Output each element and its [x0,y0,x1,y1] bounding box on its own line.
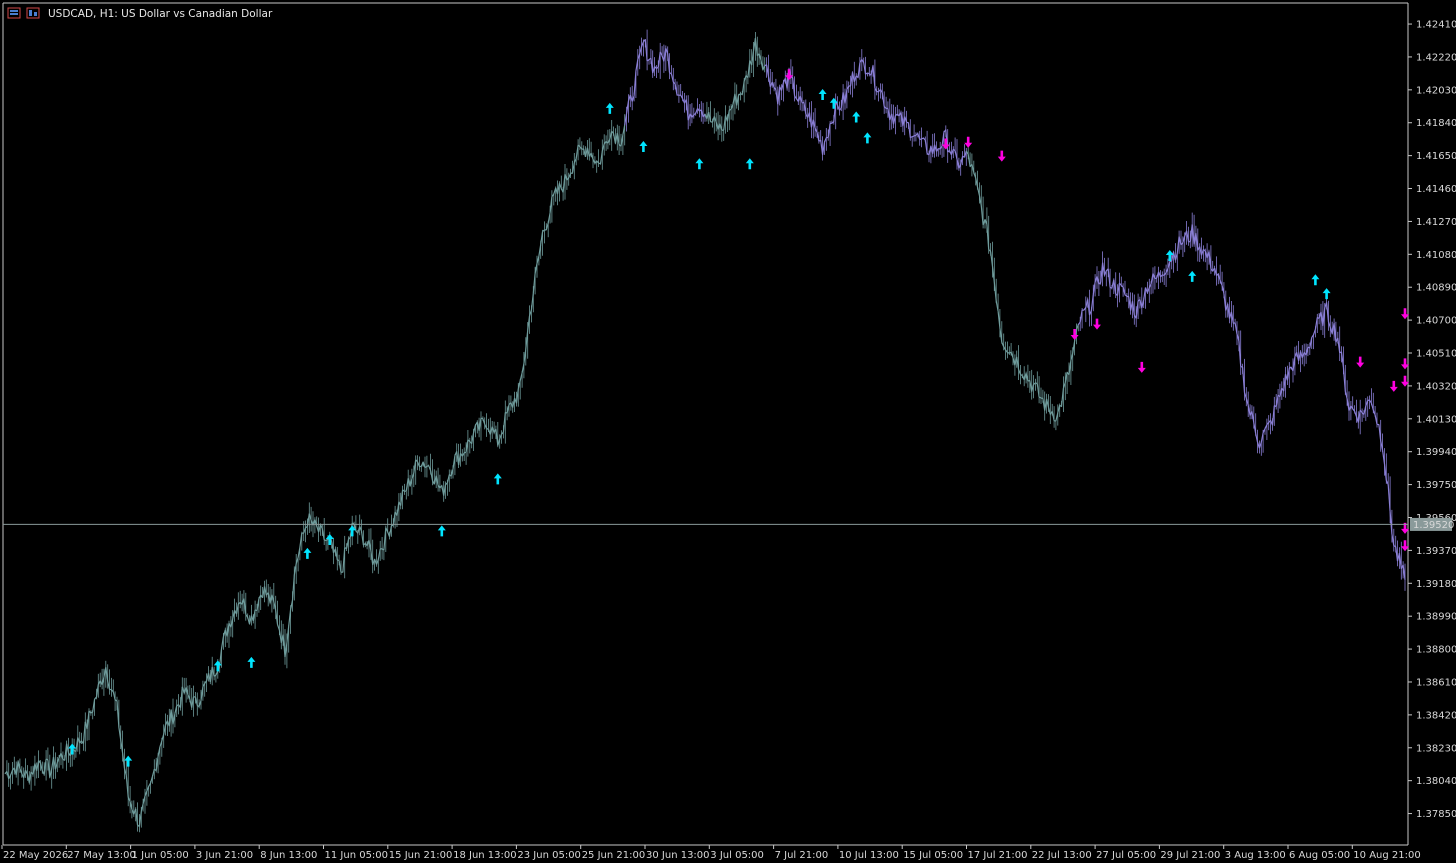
time-tick-label: 22 Jul 13:00 [1032,850,1092,861]
price-tick-label: 1.40130 [1416,414,1456,425]
time-tick-label: 10 Jul 13:00 [839,850,899,861]
price-tick-label: 1.38990 [1416,612,1456,623]
time-tick-label: 29 Jul 21:00 [1160,850,1220,861]
time-tick-label: 8 Jun 13:00 [260,850,317,861]
price-tick-label: 1.42030 [1416,85,1456,96]
time-tick-label: 7 Jul 21:00 [775,850,829,861]
current-price-value: 1.39520 [1413,520,1454,531]
current-price-label: 1.39520 [1410,517,1454,531]
time-tick-label: 15 Jul 05:00 [903,850,963,861]
price-chart[interactable]: USDCAD, H1: US Dollar vs Canadian Dollar… [0,0,1456,863]
chart-window[interactable]: USDCAD, H1: US Dollar vs Canadian Dollar… [0,0,1456,863]
price-tick-label: 1.40890 [1416,283,1456,294]
time-tick-label: 10 Aug 21:00 [1353,850,1420,861]
time-tick-label: 3 Jun 21:00 [196,850,253,861]
chart-title: USDCAD, H1: US Dollar vs Canadian Dollar [48,8,273,20]
price-tick-label: 1.42410 [1416,20,1456,31]
price-tick-label: 1.40510 [1416,349,1456,360]
price-tick-label: 1.41840 [1416,118,1456,129]
time-tick-label: 25 Jun 21:00 [582,850,646,861]
price-tick-label: 1.42220 [1416,52,1456,63]
price-tick-label: 1.38230 [1416,743,1456,754]
time-tick-label: 23 Jun 05:00 [517,850,581,861]
price-tick-label: 1.41650 [1416,151,1456,162]
price-tick-label: 1.38800 [1416,645,1456,656]
chart-background [0,0,1456,863]
price-tick-label: 1.41460 [1416,184,1456,195]
time-tick-label: 27 Jul 05:00 [1096,850,1156,861]
price-tick-label: 1.39750 [1416,480,1456,491]
price-tick-label: 1.38420 [1416,710,1456,721]
time-tick-label: 1 Jun 05:00 [132,850,189,861]
time-tick-label: 18 Jun 13:00 [453,850,517,861]
price-tick-label: 1.38040 [1416,776,1456,787]
time-tick-label: 15 Jun 21:00 [389,850,453,861]
price-tick-label: 1.40320 [1416,381,1456,392]
price-tick-label: 1.38610 [1416,677,1456,688]
price-tick-label: 1.40700 [1416,316,1456,327]
time-tick-label: 17 Jul 21:00 [968,850,1028,861]
price-tick-label: 1.39370 [1416,546,1456,557]
time-tick-label: 27 May 13:00 [67,850,136,861]
time-tick-label: 11 Jun 05:00 [325,850,389,861]
price-tick-label: 1.39940 [1416,447,1456,458]
time-tick-label: 22 May 2026 [3,850,68,861]
time-tick-label: 6 Aug 05:00 [1289,850,1350,861]
price-tick-label: 1.41080 [1416,250,1456,261]
price-tick-label: 1.37850 [1416,809,1456,820]
time-tick-label: 3 Aug 13:00 [1225,850,1286,861]
time-tick-label: 30 Jun 13:00 [646,850,710,861]
price-tick-label: 1.41270 [1416,217,1456,228]
price-tick-label: 1.39180 [1416,579,1456,590]
time-tick-label: 3 Jul 05:00 [710,850,764,861]
